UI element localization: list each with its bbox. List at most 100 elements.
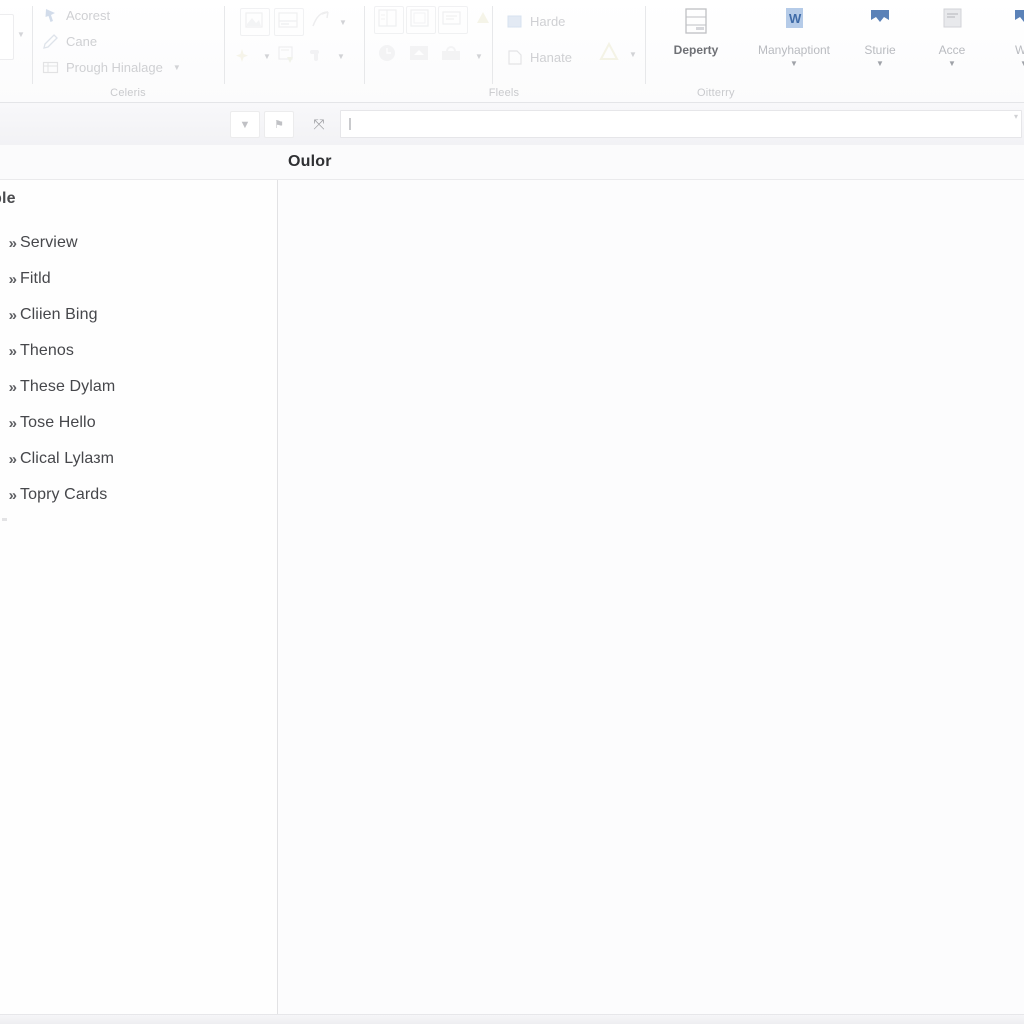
sidebar-item-fitld[interactable]: » Fitld xyxy=(0,261,277,297)
arrow-curve-icon[interactable] xyxy=(308,8,336,34)
navigation-tree: » Serview » Fitld » Cliien Bing » Thenos… xyxy=(0,225,277,513)
layout-split-icon[interactable] xyxy=(374,6,404,34)
double-chevron-right-icon[interactable]: » xyxy=(0,307,20,324)
double-chevron-right-icon[interactable]: » xyxy=(0,271,20,288)
ribbon-button-harde[interactable]: Harde xyxy=(506,8,565,34)
sidebar-item-these-dylam[interactable]: » These Dylam xyxy=(0,369,277,405)
warning-triangle-icon[interactable] xyxy=(596,40,624,66)
sidebar-item-serview[interactable]: » Serview xyxy=(0,225,277,261)
sidebar-item-label: Serview xyxy=(20,234,78,251)
warning-triangle-icon[interactable] xyxy=(470,6,498,32)
note-corner-icon xyxy=(506,49,523,66)
ribbon-group-label: Oitterry xyxy=(697,87,735,99)
sidebar-title: ble xyxy=(0,190,16,207)
ribbon-button-label: Acce xyxy=(938,43,966,57)
chevron-down-icon[interactable]: ▼ xyxy=(173,63,181,72)
ribbon-button-wh[interactable]: Wh ▼ xyxy=(985,4,1024,68)
chevron-down-icon[interactable]: ▼ xyxy=(337,52,345,61)
chevron-down-icon[interactable]: ▼ xyxy=(913,59,991,68)
chevron-down-icon[interactable]: ▼ xyxy=(985,59,1024,68)
application-window: ▼ Acorest Cane Prough Hinalage ▼ Celeris… xyxy=(0,0,1024,1024)
pointer-icon xyxy=(42,7,59,24)
status-bar xyxy=(0,1014,1024,1024)
list-icon[interactable] xyxy=(438,6,468,34)
sidebar-item-label: Tose Hello xyxy=(20,414,96,431)
chevron-down-icon[interactable]: ▼ xyxy=(475,52,483,61)
chevron-down-icon[interactable]: ▼ xyxy=(263,52,271,61)
ribbon-button-manyhaptiont[interactable]: W Manyhaptiont ▼ xyxy=(755,4,833,68)
svg-text:W: W xyxy=(789,11,802,26)
navigation-sidebar: ble » Serview » Fitld » Cliien Bing » Th… xyxy=(0,180,278,1024)
sidebar-item-label: Fitld xyxy=(20,270,51,287)
ribbon-truncated-control[interactable] xyxy=(0,14,14,60)
ribbon-group-label: Fleels xyxy=(488,87,520,99)
inbox-icon[interactable] xyxy=(406,42,434,68)
grid-icon xyxy=(42,59,59,76)
layout-panel-icon[interactable] xyxy=(406,6,436,34)
sidebar-item-tose-hello[interactable]: » Tose Hello xyxy=(0,405,277,441)
column-header-row: Oulor xyxy=(0,145,1024,180)
content-pane[interactable] xyxy=(278,180,1024,1024)
card-add-icon[interactable] xyxy=(274,44,302,70)
double-chevron-right-icon[interactable]: » xyxy=(0,379,20,396)
ribbon-button-hanate[interactable]: Hanate xyxy=(506,44,572,70)
chevron-down-icon[interactable]: ▼ xyxy=(841,59,919,68)
ribbon-button-acorest[interactable]: Acorest xyxy=(42,2,110,28)
chevron-down-icon[interactable]: ▾ xyxy=(1014,112,1018,121)
sidebar-item-label: Clical Lylазm xyxy=(20,450,115,467)
window-split-icon[interactable] xyxy=(274,8,304,36)
ribbon-button-deperty[interactable]: Deperty xyxy=(657,4,735,57)
sidebar-item-label: Thenos xyxy=(20,342,74,359)
ribbon-button-sturie[interactable]: Sturie ▼ xyxy=(841,4,919,68)
ribbon-button-label: Prough Hinalage xyxy=(66,59,163,75)
ribbon-button-label: Hanate xyxy=(530,49,572,65)
gray-page-icon xyxy=(913,4,991,40)
blue-square-icon xyxy=(506,13,523,30)
ribbon-group-oitterry: Deperty W Manyhaptiont ▼ Sturie ▼ Acce ▼… xyxy=(645,0,1024,102)
ribbon-toolbar: ▼ Acorest Cane Prough Hinalage ▼ Celeris… xyxy=(0,0,1024,103)
sidebar-item-label: These Dylam xyxy=(20,378,116,395)
ribbon-button-label: Deperty xyxy=(673,43,719,57)
ribbon-button-label: Cane xyxy=(66,33,98,49)
link-button[interactable]: ⤧ xyxy=(304,111,334,138)
table-rows-icon xyxy=(657,4,735,40)
ribbon-button-acce[interactable]: Acce ▼ xyxy=(913,4,991,68)
ribbon-button-label: Manyhaptiont xyxy=(757,43,831,57)
double-chevron-right-icon[interactable]: » xyxy=(0,235,20,252)
pen-icon xyxy=(42,33,59,50)
chevron-down-icon[interactable]: ▼ xyxy=(339,18,347,27)
double-chevron-right-icon[interactable]: » xyxy=(0,451,20,468)
quick-access-toolbar: ▼ ⚑ ⤧ ▾ xyxy=(0,103,1024,146)
ribbon-group-fleels: ▼ Harde Hanate ▼ Fleels xyxy=(364,0,644,102)
puzzle-icon[interactable] xyxy=(304,44,332,70)
double-chevron-right-icon[interactable]: » xyxy=(0,343,20,360)
blue-flag-icon xyxy=(841,4,919,40)
chevron-down-icon[interactable]: ▼ xyxy=(629,50,637,59)
ribbon-group-label: Celeris xyxy=(110,87,146,99)
sparkle-icon[interactable] xyxy=(232,44,260,70)
ribbon-button-label: Harde xyxy=(530,13,566,29)
ribbon-button-label: Sturie xyxy=(864,43,896,57)
double-chevron-right-icon[interactable]: » xyxy=(0,487,20,504)
search-input[interactable] xyxy=(340,110,1022,138)
ribbon-button-label: Wh xyxy=(985,43,1024,57)
chevron-down-icon[interactable]: ▼ xyxy=(755,59,833,68)
sidebar-item-clical-lylazm[interactable]: » Clical Lylазm xyxy=(0,441,277,477)
double-chevron-right-icon[interactable]: » xyxy=(0,415,20,432)
chevron-down-icon[interactable]: ▼ xyxy=(17,30,25,39)
sidebar-item-cliien-bing[interactable]: » Cliien Bing xyxy=(0,297,277,333)
ribbon-group-celeris: Acorest Cane Prough Hinalage ▼ Celeris xyxy=(32,0,224,102)
ribbon-button-cane[interactable]: Cane xyxy=(42,28,97,54)
briefcase-icon[interactable] xyxy=(438,42,466,68)
ribbon-button-label: Acorest xyxy=(66,7,111,23)
clock-icon[interactable] xyxy=(374,42,402,68)
image-frame-icon[interactable] xyxy=(240,8,270,36)
ribbon-group-tools: ▼ ▼ ▼ xyxy=(224,0,364,102)
dropdown-button[interactable]: ▼ xyxy=(230,111,260,138)
ribbon-button-prough-hinalage[interactable]: Prough Hinalage ▼ xyxy=(42,54,181,80)
column-header-oulor: Oulor xyxy=(288,153,332,170)
sidebar-item-label: Cliien Bing xyxy=(20,306,98,323)
sidebar-item-topry-cards[interactable]: » Topry Cards xyxy=(0,477,277,513)
sidebar-item-thenos[interactable]: » Thenos xyxy=(0,333,277,369)
filter-button[interactable]: ⚑ xyxy=(264,111,294,138)
